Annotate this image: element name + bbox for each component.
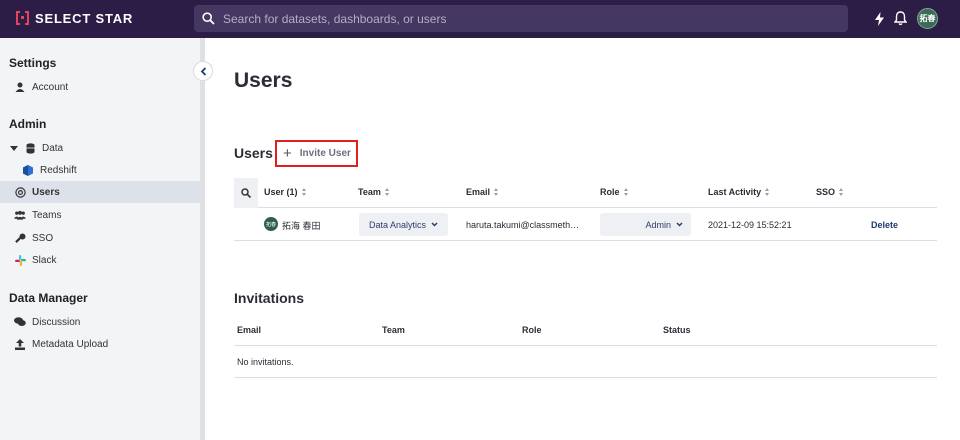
sidebar-item-label: Redshift bbox=[40, 164, 77, 176]
users-table-header: User (1) Team Email Role Last Activity S… bbox=[234, 178, 937, 208]
sidebar-section-admin: Admin bbox=[9, 117, 47, 131]
sidebar-section-data-manager: Data Manager bbox=[9, 291, 88, 305]
sidebar-item-label: Slack bbox=[32, 254, 57, 266]
plus-icon: + bbox=[283, 145, 292, 162]
search-icon bbox=[241, 188, 251, 198]
column-header-role[interactable]: Role bbox=[600, 187, 629, 197]
logo-text: SELECT STAR bbox=[35, 10, 134, 26]
avatar: 拓春 bbox=[264, 217, 278, 231]
sidebar-item-label: Metadata Upload bbox=[32, 338, 109, 350]
column-header-status: Status bbox=[663, 325, 691, 335]
sort-icon bbox=[301, 188, 307, 196]
top-bar: SELECT STAR 拓春 bbox=[0, 0, 960, 38]
table-row: 拓春 拓海 春田 Data Analytics haruta.takumi@cl… bbox=[234, 208, 937, 241]
logo-icon bbox=[16, 10, 29, 26]
column-header-email[interactable]: Email bbox=[466, 187, 499, 197]
sidebar-item-label: Account bbox=[32, 81, 69, 93]
sidebar-item-label: Users bbox=[32, 186, 60, 198]
sidebar-item-account[interactable]: Account bbox=[0, 76, 200, 98]
sort-icon bbox=[839, 188, 844, 196]
invitations-table-header: Email Team Role Status bbox=[234, 316, 937, 346]
column-header-role: Role bbox=[522, 325, 542, 335]
sidebar-item-label: Discussion bbox=[32, 316, 81, 328]
sidebar-scrollbar[interactable] bbox=[200, 38, 205, 440]
bell-icon[interactable] bbox=[894, 11, 907, 26]
sidebar-item-data[interactable]: Data bbox=[0, 137, 200, 159]
delete-user-button[interactable]: Delete bbox=[871, 220, 898, 230]
user-name[interactable]: 拓海 春田 bbox=[282, 219, 321, 232]
user-icon bbox=[14, 81, 26, 93]
chevron-left-icon bbox=[200, 66, 206, 76]
users-section-title: Users bbox=[234, 145, 273, 161]
column-header-user[interactable]: User (1) bbox=[264, 187, 307, 197]
page-title: Users bbox=[234, 69, 293, 92]
sidebar-item-redshift[interactable]: Redshift bbox=[0, 159, 200, 181]
search-icon bbox=[202, 12, 215, 25]
column-header-sso[interactable]: SSO bbox=[816, 187, 844, 197]
at-icon bbox=[14, 186, 26, 198]
profile-menu[interactable]: 拓春 bbox=[917, 8, 938, 29]
sort-icon bbox=[765, 188, 770, 196]
redshift-icon bbox=[22, 164, 34, 176]
team-icon bbox=[14, 209, 26, 221]
column-header-team: Team bbox=[382, 325, 405, 335]
last-activity: 2021-12-09 15:52:21 bbox=[708, 220, 792, 230]
sidebar-item-label: Data bbox=[42, 142, 64, 154]
table-search-button[interactable] bbox=[234, 178, 258, 208]
invite-user-button[interactable]: + Invite User bbox=[275, 140, 358, 167]
chevron-down-icon bbox=[431, 222, 438, 227]
role-select[interactable]: Admin bbox=[600, 213, 691, 236]
key-icon bbox=[14, 232, 26, 244]
invitations-empty-row: No invitations. bbox=[234, 346, 937, 378]
avatar: 拓春 bbox=[917, 8, 938, 29]
sidebar-section-settings: Settings bbox=[9, 56, 57, 70]
empty-state-text: No invitations. bbox=[237, 357, 294, 367]
sidebar-item-teams[interactable]: Teams bbox=[0, 204, 200, 226]
sidebar-item-label: SSO bbox=[32, 232, 54, 244]
sidebar-item-metadata-upload[interactable]: Metadata Upload bbox=[0, 333, 200, 355]
sidebar-item-label: Teams bbox=[32, 209, 62, 221]
discussion-icon bbox=[14, 316, 26, 328]
global-search[interactable] bbox=[194, 5, 848, 32]
invitations-section-title: Invitations bbox=[234, 290, 305, 306]
logo[interactable]: SELECT STAR bbox=[16, 10, 133, 26]
database-icon bbox=[24, 142, 36, 154]
invite-user-label: Invite User bbox=[299, 148, 351, 159]
slack-icon bbox=[14, 254, 26, 266]
search-input[interactable] bbox=[223, 11, 823, 26]
column-header-team[interactable]: Team bbox=[358, 187, 390, 197]
user-email: haruta.takumi@classmeth… bbox=[466, 220, 580, 230]
sidebar-item-sso[interactable]: SSO bbox=[0, 227, 200, 249]
collapse-sidebar-button[interactable] bbox=[193, 61, 213, 81]
sort-icon bbox=[494, 188, 499, 196]
column-header-email: Email bbox=[237, 325, 262, 335]
sidebar-item-slack[interactable]: Slack bbox=[0, 249, 200, 271]
team-select[interactable]: Data Analytics bbox=[359, 213, 448, 236]
sort-icon bbox=[623, 188, 629, 196]
sidebar-item-discussion[interactable]: Discussion bbox=[0, 311, 200, 333]
sort-icon bbox=[384, 188, 390, 196]
sidebar-item-users[interactable]: Users bbox=[0, 181, 200, 203]
upload-icon bbox=[14, 338, 26, 350]
lightning-icon[interactable] bbox=[875, 11, 884, 26]
column-header-last-activity[interactable]: Last Activity bbox=[708, 187, 770, 197]
caret-down-icon[interactable] bbox=[10, 145, 18, 151]
chevron-down-icon bbox=[676, 222, 683, 227]
